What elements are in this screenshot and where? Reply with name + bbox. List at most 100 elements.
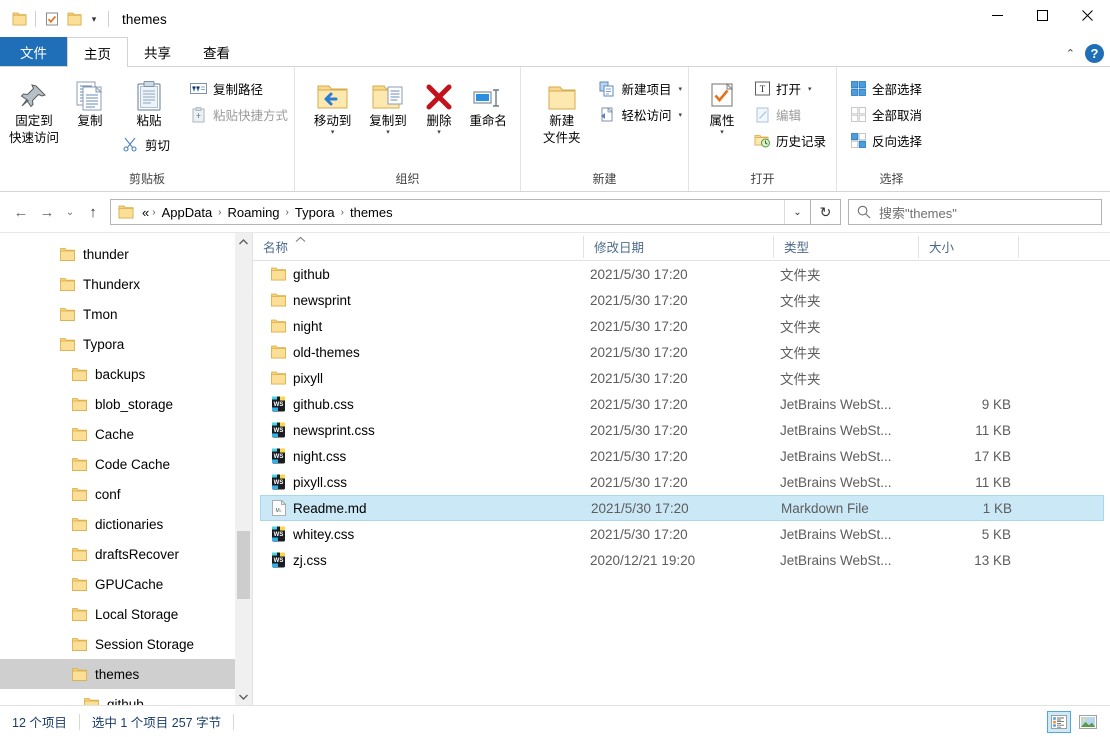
search-input[interactable]: 搜索"themes"	[879, 203, 957, 222]
table-row[interactable]: github 2021/5/30 17:20 文件夹	[260, 261, 1104, 287]
tree-item-thunder[interactable]: thunder	[0, 239, 252, 269]
open-chevron-down-icon[interactable]: ▾	[808, 85, 812, 93]
table-row[interactable]: pixyll 2021/5/30 17:20 文件夹	[260, 365, 1104, 391]
breadcrumb-item-typora[interactable]: Typora	[290, 201, 340, 223]
easy-access-icon	[598, 106, 616, 124]
tree-item-code-cache[interactable]: Code Cache	[0, 449, 252, 479]
tab-share[interactable]: 共享	[128, 37, 187, 66]
copy-to-chevron-down-icon[interactable]: ▾	[386, 129, 390, 136]
easy-access-button[interactable]: 轻松访问 ▾	[598, 104, 682, 125]
move-to-button[interactable]: 移动到 ▾	[305, 71, 360, 136]
table-row[interactable]: M↓ Readme.md 2021/5/30 17:20 Markdown Fi…	[260, 495, 1104, 521]
back-button[interactable]: ←	[8, 199, 34, 225]
move-to-chevron-down-icon[interactable]: ▾	[331, 129, 335, 136]
tree-item-conf[interactable]: conf	[0, 479, 252, 509]
breadcrumb-item-themes[interactable]: themes	[345, 201, 398, 223]
recent-locations-button[interactable]: ⌄	[60, 199, 80, 225]
tree-item-backups[interactable]: backups	[0, 359, 252, 389]
tree-item-thunderx[interactable]: Thunderx	[0, 269, 252, 299]
navpane-scroll-down-icon[interactable]	[235, 688, 252, 705]
tree-item-gpucache[interactable]: GPUCache	[0, 569, 252, 599]
refresh-button[interactable]: ↻	[811, 199, 841, 225]
properties-button[interactable]: 属性 ▾	[697, 71, 747, 136]
maximize-button[interactable]	[1020, 0, 1065, 30]
search-box[interactable]: 搜索"themes"	[848, 199, 1102, 225]
table-row[interactable]: WS pixyll.css 2021/5/30 17:20 JetBrains …	[260, 469, 1104, 495]
table-row[interactable]: WS zj.css 2020/12/21 19:20 JetBrains Web…	[260, 547, 1104, 573]
open-button[interactable]: T 打开 ▾	[753, 78, 826, 99]
history-button[interactable]: 历史记录	[753, 130, 826, 151]
breadcrumb-item-appdata[interactable]: AppData	[157, 201, 218, 223]
copy-to-button[interactable]: 复制到 ▾	[360, 71, 415, 136]
tree-item-themes[interactable]: themes	[0, 659, 252, 689]
rename-button[interactable]: 重命名	[462, 71, 514, 129]
tree-item-local-storage[interactable]: Local Storage	[0, 599, 252, 629]
file-name-text: night	[293, 318, 323, 334]
copy-button[interactable]: 复制	[62, 71, 118, 129]
tab-home[interactable]: 主页	[67, 37, 128, 67]
tree-item-github[interactable]: github	[0, 689, 252, 705]
tree-item-blob-storage[interactable]: blob_storage	[0, 389, 252, 419]
breadcrumb-item-roaming[interactable]: Roaming	[223, 201, 285, 223]
collapse-ribbon-chevron-icon[interactable]: ⌃	[1066, 47, 1075, 60]
new-item-button[interactable]: 新建项目 ▾	[598, 78, 682, 99]
column-header-blank[interactable]	[1018, 235, 1078, 258]
up-button[interactable]: ↑	[80, 199, 106, 225]
details-view-icon[interactable]	[1047, 710, 1071, 733]
easy-access-chevron-down-icon[interactable]: ▾	[678, 111, 682, 119]
tree-item-dictionaries[interactable]: dictionaries	[0, 509, 252, 539]
delete-button[interactable]: 删除 ▾	[416, 71, 462, 136]
table-row[interactable]: newsprint 2021/5/30 17:20 文件夹	[260, 287, 1104, 313]
invert-selection-button[interactable]: 反向选择	[849, 130, 922, 151]
tree-item-tmon[interactable]: Tmon	[0, 299, 252, 329]
properties-check-icon[interactable]	[41, 8, 63, 30]
table-row[interactable]: WS github.css 2021/5/30 17:20 JetBrains …	[260, 391, 1104, 417]
new-folder-icon	[546, 76, 578, 112]
paste-button[interactable]: 粘贴	[118, 71, 180, 129]
new-folder-icon[interactable]	[63, 8, 85, 30]
large-icons-view-icon[interactable]	[1076, 711, 1100, 733]
tab-file[interactable]: 文件	[0, 37, 67, 66]
copy-path-button[interactable]: 复制路径	[190, 78, 288, 99]
tree-item-draftsrecover[interactable]: draftsRecover	[0, 539, 252, 569]
column-header-date[interactable]: 修改日期	[583, 235, 773, 258]
table-row[interactable]: WS night.css 2021/5/30 17:20 JetBrains W…	[260, 443, 1104, 469]
navpane-scrollbar[interactable]	[235, 233, 252, 705]
breadcrumb-overflow[interactable]: «	[134, 201, 151, 223]
tree-item-typora[interactable]: Typora	[0, 329, 252, 359]
select-none-button[interactable]: 全部取消	[849, 104, 922, 125]
forward-button[interactable]: →	[34, 199, 60, 225]
tree-item-session-storage[interactable]: Session Storage	[0, 629, 252, 659]
address-dropdown-chevron-icon[interactable]: ⌄	[784, 200, 810, 224]
file-size-cell: 9 KB	[981, 396, 1011, 412]
table-row[interactable]: WS whitey.css 2021/5/30 17:20 JetBrains …	[260, 521, 1104, 547]
column-header-type[interactable]: 类型	[773, 235, 918, 258]
tab-view[interactable]: 查看	[187, 37, 246, 66]
delete-chevron-down-icon[interactable]: ▾	[437, 129, 441, 136]
new-item-chevron-down-icon[interactable]: ▾	[678, 85, 682, 93]
edit-button[interactable]: 编辑	[753, 104, 826, 125]
cut-button[interactable]: 剪切	[122, 134, 180, 155]
table-row[interactable]: night 2021/5/30 17:20 文件夹	[260, 313, 1104, 339]
folder-icon[interactable]	[8, 8, 30, 30]
help-icon[interactable]: ?	[1085, 44, 1104, 63]
address-bar[interactable]: « › AppData › Roaming › Typora › themes …	[110, 199, 811, 225]
minimize-button[interactable]	[975, 0, 1020, 30]
file-type-cell: Markdown File	[781, 500, 869, 516]
navpane-scroll-up-icon[interactable]	[235, 233, 252, 250]
properties-chevron-down-icon[interactable]: ▾	[720, 129, 724, 136]
tree-item-cache[interactable]: Cache	[0, 419, 252, 449]
column-header-name[interactable]: 名称	[253, 236, 583, 258]
close-button[interactable]	[1065, 0, 1110, 30]
column-header-size[interactable]: 大小	[918, 235, 1018, 258]
select-all-button[interactable]: 全部选择	[849, 78, 922, 99]
quick-access-toolbar: ▾	[0, 0, 114, 38]
qat-customize-chevron-icon[interactable]: ▾	[85, 8, 103, 30]
new-folder-button[interactable]: 新建 文件夹	[531, 71, 592, 146]
navpane-scroll-thumb[interactable]	[237, 531, 250, 599]
table-row[interactable]: old-themes 2021/5/30 17:20 文件夹	[260, 339, 1104, 365]
pin-to-quick-access-button[interactable]: 固定到 快速访问	[6, 71, 62, 146]
table-row[interactable]: WS newsprint.css 2021/5/30 17:20 JetBrai…	[260, 417, 1104, 443]
file-date-cell: 2021/5/30 17:20	[590, 526, 688, 542]
paste-shortcut-button[interactable]: 粘贴快捷方式	[190, 104, 288, 125]
